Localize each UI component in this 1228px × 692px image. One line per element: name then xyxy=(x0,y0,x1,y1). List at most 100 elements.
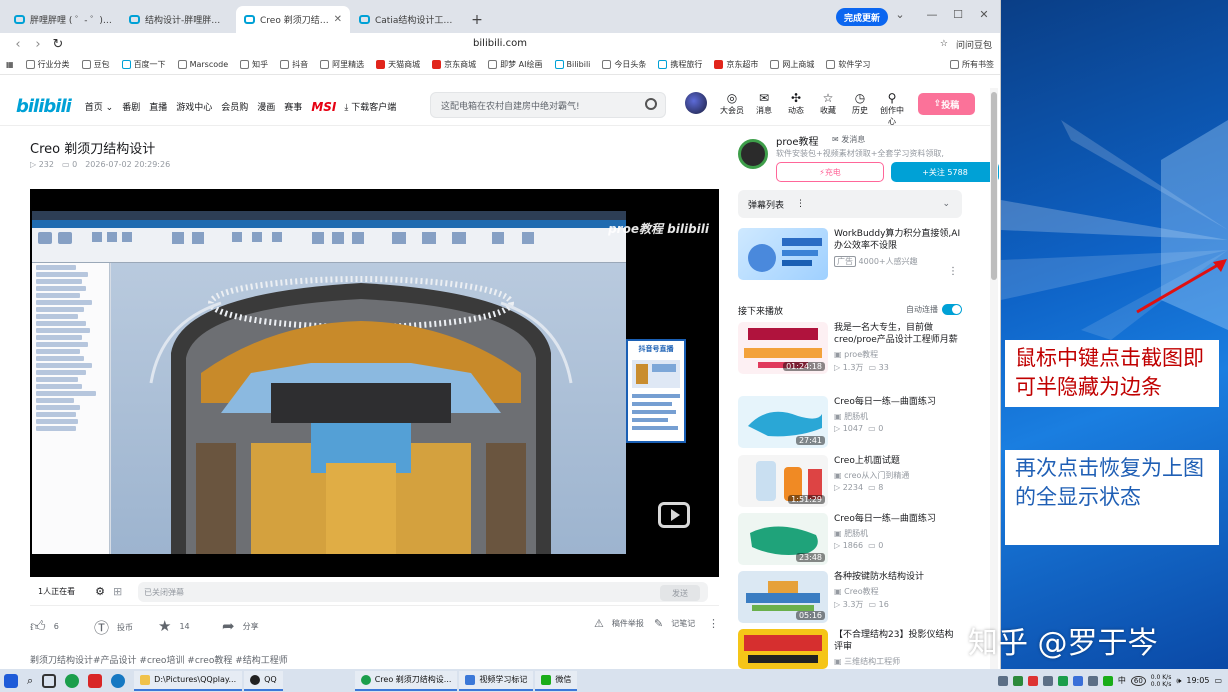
bookmark[interactable]: Marscode xyxy=(177,60,228,69)
bookmark[interactable]: 网上商城 xyxy=(770,59,814,70)
tray-ime[interactable]: 中 xyxy=(1118,675,1126,686)
notification-icon[interactable]: ▭ xyxy=(1214,676,1222,685)
new-tab-button[interactable]: + xyxy=(466,6,488,33)
like-button[interactable]: 👍︎ 6 xyxy=(30,617,59,636)
taskbar-item-qq[interactable]: QQ xyxy=(244,670,283,691)
notes-button[interactable]: ✎ 记笔记 xyxy=(654,617,695,630)
tab-2[interactable]: 结构设计-胖哩胖哩_bilibili xyxy=(121,6,235,33)
play-icon[interactable] xyxy=(658,502,690,528)
recommendation-item[interactable]: 23:48 Creo每日一练—曲面练习 ▣ 肥肠机 ▷ 1866 ▭ 0 xyxy=(738,513,962,569)
url-field[interactable]: bilibili.com xyxy=(0,38,1000,49)
nav-anime[interactable]: 番剧 xyxy=(122,100,140,113)
ad-card[interactable]: WorkBuddy算力积分直接领,AI办公效率不设限 广告 4000+人感兴趣 … xyxy=(738,228,962,284)
creator-center-button[interactable]: ⚲ 创作中心 xyxy=(877,91,907,127)
more-icon[interactable]: ⋮ xyxy=(796,199,805,209)
bookmark[interactable]: Bilibili xyxy=(554,60,590,69)
update-button[interactable]: 完成更新 xyxy=(836,8,889,26)
recommendation-item[interactable]: 05:16 各种按键防水结构设计 ▣ Creo教程 ▷ 3.3万 ▭ 16 xyxy=(738,571,962,627)
volume-icon[interactable]: 🕪︎ xyxy=(1176,676,1181,686)
taskbar-item-browser[interactable]: Creo 剃须刀结构设... xyxy=(354,670,458,691)
download-client[interactable]: ⤓ 下载客户端 xyxy=(344,100,396,113)
bilibili-logo[interactable]: bilibili xyxy=(16,96,72,117)
tray-icon[interactable] xyxy=(1012,675,1023,686)
all-bookmarks[interactable]: 所有书签 xyxy=(950,59,994,70)
wps-icon[interactable] xyxy=(88,673,103,688)
bookmark[interactable]: 软件学习 xyxy=(826,59,870,70)
profile-icon[interactable]: ⌄ xyxy=(892,8,908,21)
danmaku-settings-icon[interactable]: ⊞ xyxy=(113,585,122,598)
tray-icon[interactable] xyxy=(1072,675,1083,686)
autoplay-control[interactable]: 自动连播 xyxy=(906,304,962,315)
search-input[interactable]: 这配电箱在农村自建房中绝对霸气! xyxy=(430,92,666,118)
nav-mall[interactable]: 会员购 xyxy=(221,100,248,113)
favorite-button[interactable]: ★ 14 xyxy=(158,617,190,635)
maximize-icon[interactable]: ☐ xyxy=(950,8,966,21)
bookmark[interactable]: 天猫商城 xyxy=(376,59,420,70)
apps-icon[interactable]: ▦ xyxy=(6,60,14,69)
history-button[interactable]: ◷ 历史 xyxy=(845,91,875,116)
taskbar-item-notes[interactable]: 视频学习标记 xyxy=(459,670,534,691)
favorites-button[interactable]: ☆ 收藏 xyxy=(813,91,843,116)
bookmark[interactable]: 京东商城 xyxy=(432,59,476,70)
task-view-icon[interactable] xyxy=(42,673,57,688)
avatar[interactable] xyxy=(685,92,707,114)
upload-button[interactable]: ⇪ 投稿 xyxy=(918,93,975,115)
bookmark[interactable]: 豆包 xyxy=(81,59,110,70)
uploader-avatar[interactable] xyxy=(738,139,768,169)
ie-icon[interactable] xyxy=(111,673,126,688)
tray-icon[interactable] xyxy=(997,675,1008,686)
nav-live[interactable]: 直播 xyxy=(149,100,167,113)
bookmark[interactable]: 百度一下 xyxy=(121,59,166,70)
more-icon[interactable]: ⋮ xyxy=(948,266,958,277)
vip-button[interactable]: ◎ 大会员 xyxy=(717,91,747,116)
uploader-name[interactable]: proe教程 xyxy=(776,133,819,148)
close-icon[interactable]: ✕ xyxy=(334,14,342,25)
send-button[interactable]: 发送 xyxy=(660,585,700,601)
taskbar-item-wechat[interactable]: 微信 xyxy=(535,670,578,691)
nav-home[interactable]: 首页 ⌄ xyxy=(85,100,113,113)
taskbar-item-explorer[interactable]: D:\Pictures\QQplay... xyxy=(134,670,243,691)
bookmark[interactable]: 行业分类 xyxy=(25,59,70,70)
send-message-link[interactable]: ✉ 发消息 xyxy=(832,134,865,145)
tab-1[interactable]: 胖哩胖哩 ( ゜- ゜)つロ 干杯~ xyxy=(6,6,120,33)
video-tags[interactable]: 剃须刀结构设计#产品设计 #creo培训 #creo教程 #结构工程师 xyxy=(30,653,288,666)
danmaku-list-toggle[interactable]: 弹幕列表 ⋮ ⌄ xyxy=(738,190,962,218)
search-icon[interactable] xyxy=(645,98,657,110)
bookmark[interactable]: 知乎 xyxy=(240,59,268,70)
follow-button[interactable]: + 关注 5788 xyxy=(891,162,999,182)
windows-start-icon[interactable] xyxy=(4,673,18,688)
more-menu[interactable]: ⋮ xyxy=(708,617,719,630)
minimize-icon[interactable]: — xyxy=(924,8,940,21)
nav-game[interactable]: 游戏中心 xyxy=(176,100,212,113)
recommendation-item[interactable]: 27:41 Creo每日一练—曲面练习 ▣ 肥肠机 ▷ 1047 ▭ 0 xyxy=(738,396,962,452)
tray-icon[interactable] xyxy=(1042,675,1053,686)
tray-percent[interactable]: 60 xyxy=(1130,675,1146,686)
tab-3-active[interactable]: Creo 剃须刀结构设计 ✕ xyxy=(236,6,350,33)
message-button[interactable]: ✉ 消息 xyxy=(749,91,779,116)
bookmark[interactable]: 携程旅行 xyxy=(658,59,702,70)
tab-4[interactable]: Catia结构设计工程师面试 xyxy=(351,6,465,33)
page-scrollbar[interactable] xyxy=(990,88,998,669)
recommendation-item[interactable]: 01:24:18 我是一名大专生，目前做creo/proe产品设计工程师月薪18… xyxy=(738,322,962,378)
video-player[interactable]: proe教程 bilibili 抖音号直播 xyxy=(30,189,719,577)
bookmark[interactable]: 今日头条 xyxy=(602,59,646,70)
bookmark[interactable]: 即梦 AI绘画 xyxy=(488,59,543,70)
search-icon[interactable]: ⌕ xyxy=(27,674,33,688)
tray-icon[interactable] xyxy=(1102,675,1113,686)
recommendation-item[interactable]: 1:51:29 Creo上机面试题 ▣ creo从入门到精通 ▷ 2234 ▭ … xyxy=(738,455,962,511)
clock[interactable]: 19:05 xyxy=(1186,676,1209,686)
tray-icon[interactable] xyxy=(1057,675,1068,686)
bookmark[interactable]: 抖音 xyxy=(280,59,308,70)
browser-edge-icon[interactable] xyxy=(65,673,80,688)
close-window-icon[interactable]: ✕ xyxy=(976,8,992,21)
bookmark[interactable]: 阿里精选 xyxy=(320,59,364,70)
nav-manga[interactable]: 漫画 xyxy=(257,100,275,113)
recommendation-item[interactable]: 【不合理结构23】投影仪结构评审 ▣ 三维结构工程师 xyxy=(738,629,962,669)
dynamic-button[interactable]: ✣ 动态 xyxy=(781,91,811,116)
danmaku-input[interactable]: 已关闭弹幕 发送 xyxy=(138,582,708,602)
nav-esports[interactable]: 赛事 xyxy=(284,100,302,113)
tray-icon[interactable] xyxy=(1087,675,1098,686)
bookmark[interactable]: 京东超市 xyxy=(714,59,758,70)
danmaku-toggle-icon[interactable]: ⚙ xyxy=(95,585,105,598)
coin-button[interactable]: Ⓣ 投币 xyxy=(94,617,133,638)
